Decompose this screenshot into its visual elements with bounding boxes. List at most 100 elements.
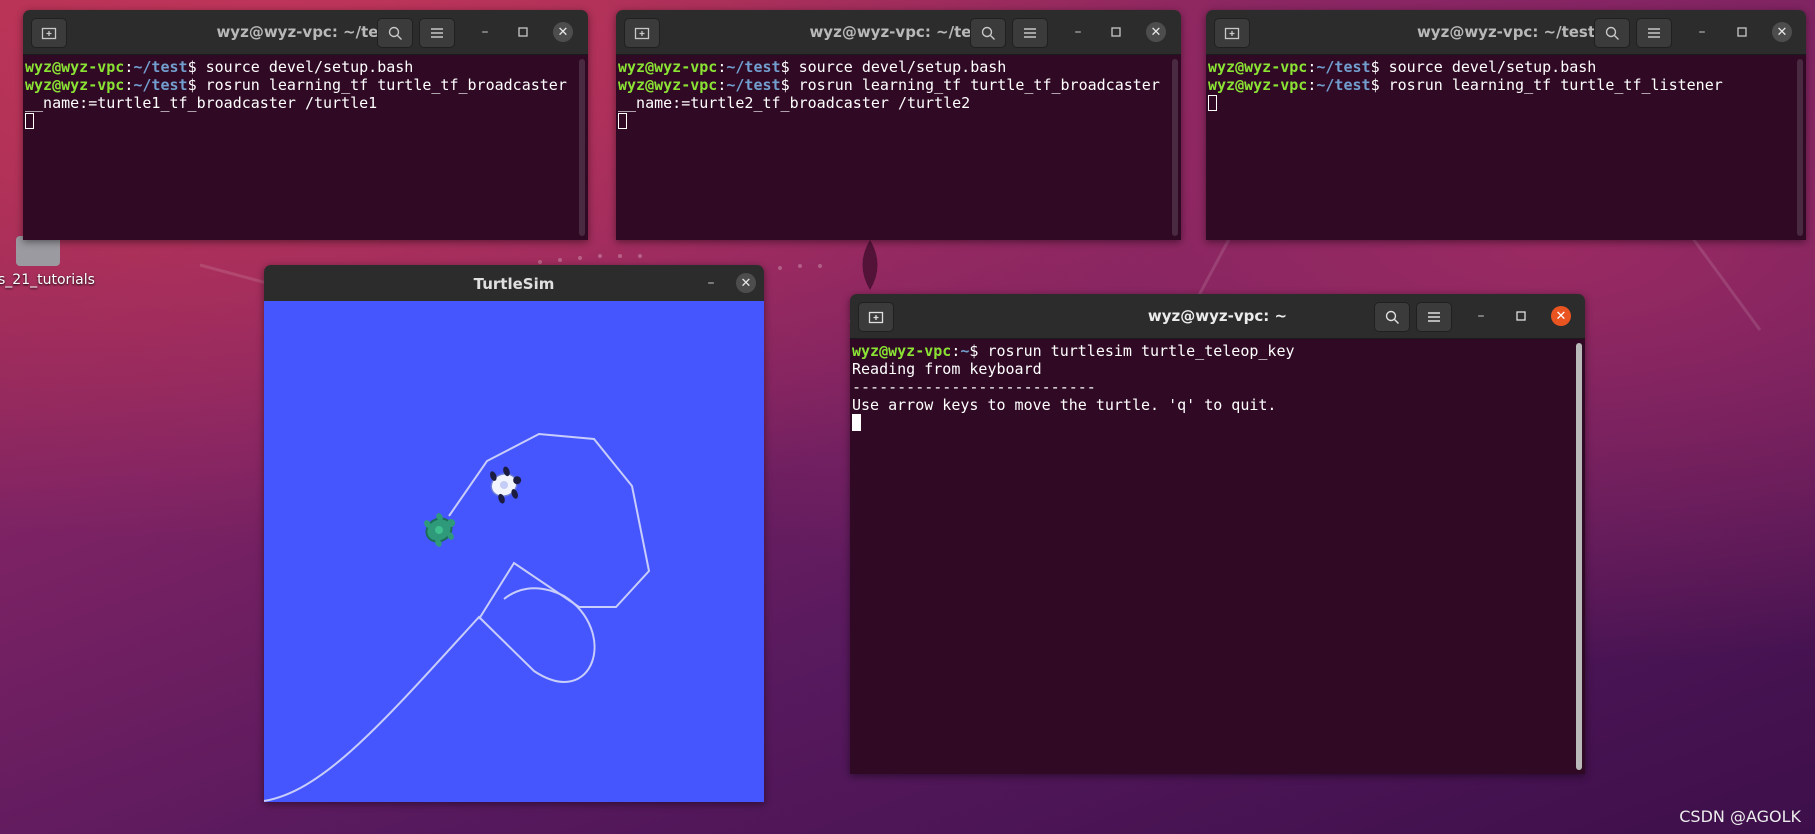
turtle1-trail (264, 587, 596, 802)
command-text: $ source devel/setup.bash (1370, 58, 1597, 76)
window-title: wyz@wyz-vpc: ~/test (809, 23, 988, 41)
desktop-folder-icon[interactable]: s_21_tutorials (0, 236, 98, 288)
prompt-user: wyz@wyz-vpc (852, 342, 952, 360)
hamburger-menu-icon (431, 28, 443, 38)
output-line: Reading from keyboard (852, 360, 1042, 378)
minimize-icon: – (707, 275, 715, 291)
maximize-icon (518, 27, 528, 37)
scrollbar[interactable] (1576, 343, 1582, 770)
window-title: wyz@wyz-vpc: ~/test (1416, 23, 1596, 41)
prompt-user: wyz@wyz-vpc (1208, 76, 1308, 94)
terminal-window-1[interactable]: wyz@wyz-vpc: ~/test – ✕ wyz@wyz-vpc:~/te… (23, 10, 588, 240)
command-text: $ rosrun learning_tf turtle_tf_broadcast… (780, 76, 1160, 94)
turtlesim-canvas (264, 301, 764, 802)
search-button[interactable] (1374, 302, 1410, 332)
terminal-window-2[interactable]: wyz@wyz-vpc: ~/test – ✕ wyz@wyz-vpc:~/te… (616, 10, 1181, 240)
close-icon: ✕ (557, 24, 569, 40)
close-button[interactable]: ✕ (1146, 22, 1166, 42)
hamburger-menu-icon (1428, 312, 1440, 322)
minimize-icon: – (1477, 308, 1485, 324)
turtlesim-window[interactable]: TurtleSim – ✕ (264, 265, 764, 802)
command-continuation: __name:=turtle2_tf_broadcaster /turtle2 (618, 94, 971, 112)
search-button[interactable] (1594, 18, 1630, 48)
command-text: $ rosrun turtlesim turtle_teleop_key (969, 342, 1295, 360)
turtle-icon (424, 513, 456, 547)
maximize-icon (1737, 27, 1747, 37)
close-icon: ✕ (1555, 308, 1567, 324)
terminal-titlebar[interactable]: wyz@wyz-vpc: ~/test – ✕ (1206, 10, 1806, 55)
prompt-path: ~/test (726, 58, 781, 76)
maximize-icon (1111, 27, 1121, 37)
output-line: Use arrow keys to move the turtle. 'q' t… (852, 396, 1277, 414)
prompt-path: ~/test (133, 76, 188, 94)
text-cursor (852, 414, 861, 431)
close-button[interactable]: ✕ (736, 273, 756, 293)
prompt-user: wyz@wyz-vpc (25, 76, 125, 94)
search-icon (1385, 310, 1399, 324)
desktop-folder-label: s_21_tutorials (0, 272, 95, 288)
maximize-button[interactable] (1106, 22, 1126, 42)
scrollbar[interactable] (579, 59, 585, 236)
text-cursor (25, 113, 34, 129)
text-cursor (618, 113, 627, 129)
minimize-button[interactable]: – (701, 273, 721, 293)
search-button[interactable] (377, 18, 413, 48)
window-title: TurtleSim (473, 275, 555, 293)
terminal-window-3[interactable]: wyz@wyz-vpc: ~/test – ✕ wyz@wyz-vpc:~/te… (1206, 10, 1806, 240)
prompt-path: ~/test (726, 76, 781, 94)
watermark: CSDN @AGOLK (1679, 807, 1801, 826)
turtle-icon (490, 466, 522, 504)
terminal-titlebar[interactable]: wyz@wyz-vpc: ~/test – ✕ (23, 10, 588, 55)
hamburger-menu-icon (1648, 28, 1660, 38)
prompt-user: wyz@wyz-vpc (618, 58, 718, 76)
menu-button[interactable] (419, 18, 455, 48)
terminal-output[interactable]: wyz@wyz-vpc:~/test$ source devel/setup.b… (1206, 55, 1806, 240)
folder-icon (16, 236, 60, 266)
minimize-icon: – (481, 24, 489, 40)
close-icon: ✕ (740, 275, 752, 291)
maximize-button[interactable] (1511, 306, 1531, 326)
turtlesim-titlebar[interactable]: TurtleSim – ✕ (264, 265, 764, 301)
command-text: $ rosrun learning_tf turtle_tf_broadcast… (187, 76, 567, 94)
command-text: $ rosrun learning_tf turtle_tf_listener (1370, 76, 1723, 94)
terminal-output[interactable]: wyz@wyz-vpc:~$ rosrun turtlesim turtle_t… (850, 339, 1585, 774)
close-icon: ✕ (1150, 24, 1162, 40)
scrollbar[interactable] (1172, 59, 1178, 236)
text-cursor (1208, 95, 1217, 111)
terminal-output[interactable]: wyz@wyz-vpc:~/test$ source devel/setup.b… (616, 55, 1181, 240)
minimize-button[interactable]: – (475, 22, 495, 42)
terminal-window-teleop[interactable]: wyz@wyz-vpc: ~ – ✕ wyz@wyz-vpc:~$ rosrun… (850, 294, 1585, 774)
close-button[interactable]: ✕ (553, 22, 573, 42)
minimize-button[interactable]: – (1471, 306, 1491, 326)
prompt-user: wyz@wyz-vpc (25, 58, 125, 76)
menu-button[interactable] (1416, 302, 1452, 332)
output-line: --------------------------- (852, 378, 1096, 396)
maximize-icon (1516, 311, 1526, 321)
search-button[interactable] (970, 18, 1006, 48)
close-button[interactable]: ✕ (1772, 22, 1792, 42)
search-icon (388, 26, 402, 40)
minimize-icon: – (1074, 24, 1082, 40)
prompt-user: wyz@wyz-vpc (618, 76, 718, 94)
command-text: $ source devel/setup.bash (780, 58, 1007, 76)
terminal-titlebar[interactable]: wyz@wyz-vpc: ~ – ✕ (850, 294, 1585, 339)
command-continuation: __name:=turtle1_tf_broadcaster /turtle1 (25, 94, 378, 112)
minimize-button[interactable]: – (1068, 22, 1088, 42)
search-icon (981, 26, 995, 40)
command-text: $ source devel/setup.bash (187, 58, 414, 76)
minimize-button[interactable]: – (1692, 22, 1712, 42)
window-title: wyz@wyz-vpc: ~/test (216, 23, 395, 41)
scrollbar[interactable] (1797, 59, 1803, 236)
terminal-output[interactable]: wyz@wyz-vpc:~/test$ source devel/setup.b… (23, 55, 588, 240)
close-icon: ✕ (1776, 24, 1788, 40)
menu-button[interactable] (1012, 18, 1048, 48)
menu-button[interactable] (1636, 18, 1672, 48)
terminal-titlebar[interactable]: wyz@wyz-vpc: ~/test – ✕ (616, 10, 1181, 55)
prompt-path: ~/test (1316, 76, 1371, 94)
close-button[interactable]: ✕ (1551, 306, 1571, 326)
prompt-user: wyz@wyz-vpc (1208, 58, 1308, 76)
maximize-button[interactable] (513, 22, 533, 42)
prompt-path: ~/test (1316, 58, 1371, 76)
maximize-button[interactable] (1732, 22, 1752, 42)
search-icon (1605, 26, 1619, 40)
